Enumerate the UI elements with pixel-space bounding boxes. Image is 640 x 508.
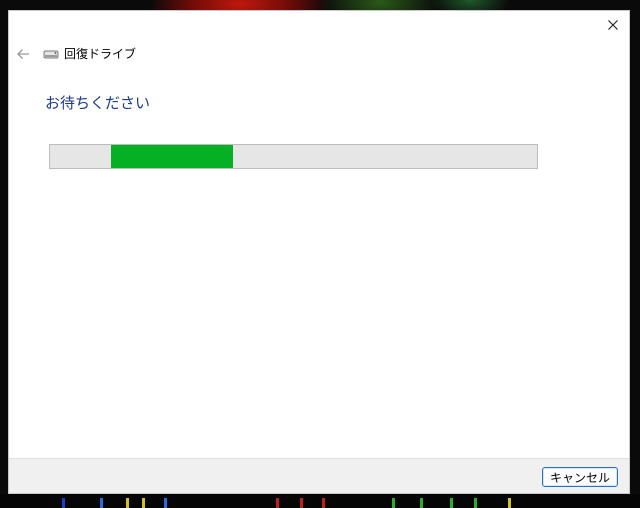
drive-icon [43, 50, 59, 59]
close-button[interactable] [605, 17, 621, 33]
recovery-drive-dialog: 回復ドライブ お待ちください キャンセル [8, 10, 630, 494]
back-arrow-icon [17, 49, 29, 59]
window-title: 回復ドライブ [43, 46, 136, 62]
dialog-footer: キャンセル [9, 458, 629, 493]
wallpaper-bottom-strip [0, 494, 640, 508]
close-icon [608, 20, 618, 30]
cancel-button[interactable]: キャンセル [542, 467, 618, 487]
back-button[interactable] [15, 47, 31, 61]
progress-bar [49, 144, 538, 169]
window-title-text: 回復ドライブ [64, 47, 137, 61]
progress-fill [110, 145, 233, 168]
page-heading: お待ちください [45, 94, 151, 112]
